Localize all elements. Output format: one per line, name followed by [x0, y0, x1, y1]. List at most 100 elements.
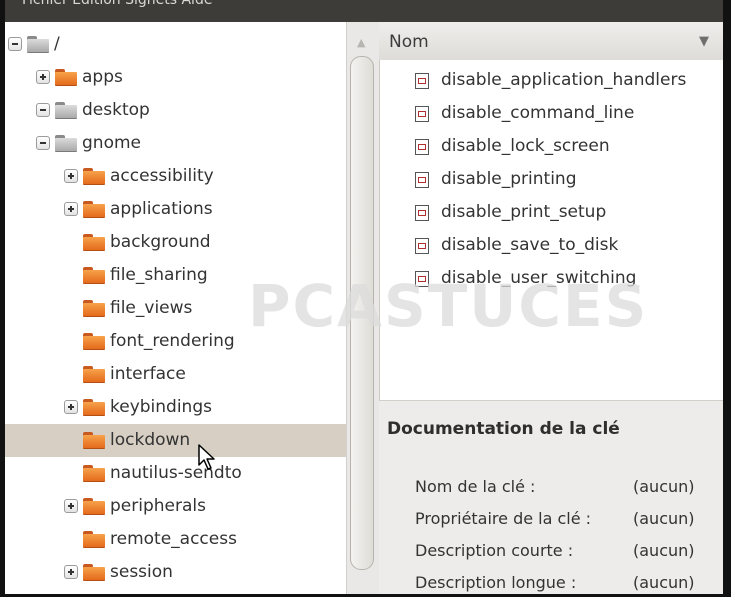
folder-icon — [55, 135, 77, 152]
tree-row-label: font_rendering — [110, 331, 235, 351]
boolean-key-icon — [415, 238, 429, 254]
key-name: disable_print_setup — [441, 202, 607, 222]
tree-row-label: remote_access — [110, 529, 237, 549]
tree-row-applications[interactable]: applications — [5, 193, 346, 226]
tree-row-label: lockdown — [110, 430, 191, 450]
tree-row-label: nautilus-sendto — [110, 463, 242, 483]
collapse-icon[interactable] — [8, 37, 22, 51]
column-title-nom: Nom — [389, 32, 429, 52]
key-list[interactable]: disable_application_handlers disable_comm… — [379, 60, 724, 400]
tree-row-label: file_views — [110, 298, 193, 318]
doc-field-value: (aucun) — [633, 541, 695, 560]
tree-row-root[interactable]: / — [5, 28, 346, 61]
folder-icon — [83, 234, 105, 251]
folder-icon — [83, 498, 105, 515]
key-name: disable_application_handlers — [441, 70, 687, 90]
window-border-right — [723, 0, 731, 597]
folder-icon — [27, 36, 49, 53]
doc-field: Nom de la clé : (aucun) — [415, 477, 695, 496]
scroll-up-arrow-icon[interactable]: ▲ — [357, 36, 365, 49]
tree-row-background[interactable]: background — [5, 226, 346, 259]
tree-row-gnome[interactable]: gnome — [5, 127, 346, 160]
doc-field: Description longue : (aucun) — [415, 573, 695, 592]
folder-icon — [83, 300, 105, 317]
tree-row-accessibility[interactable]: accessibility — [5, 160, 346, 193]
expand-icon[interactable] — [64, 169, 78, 183]
boolean-key-icon — [415, 106, 429, 122]
folder-icon — [83, 201, 105, 218]
tree-row-nautilus-sendto[interactable]: nautilus-sendto — [5, 457, 346, 490]
doc-field-key: Propriétaire de la clé : — [415, 509, 592, 528]
boolean-key-icon — [415, 73, 429, 89]
menubar-text[interactable]: Fichier Édition Signets Aide — [22, 0, 212, 8]
tree-row-label: desktop — [82, 100, 150, 120]
tree-row-apps[interactable]: apps — [5, 61, 346, 94]
doc-field-value: (aucun) — [633, 509, 695, 528]
mouse-cursor-icon — [198, 444, 215, 470]
documentation-title: Documentation de la clé — [387, 419, 620, 439]
boolean-key-icon — [415, 139, 429, 155]
tree-row-session[interactable]: session — [5, 556, 346, 589]
tree-row-interface[interactable]: interface — [5, 358, 346, 391]
key-list-item[interactable]: disable_print_setup — [380, 196, 724, 229]
key-list-item[interactable]: disable_save_to_disk — [380, 229, 724, 262]
tree-row-label: session — [110, 562, 173, 582]
tree-row-peripherals[interactable]: peripherals — [5, 490, 346, 523]
tree-row-lockdown[interactable]: lockdown — [5, 424, 346, 457]
boolean-key-icon — [415, 172, 429, 188]
expand-icon[interactable] — [64, 499, 78, 513]
folder-icon — [83, 465, 105, 482]
key-list-item[interactable]: disable_application_handlers — [380, 64, 724, 97]
doc-field: Description courte : (aucun) — [415, 541, 695, 560]
key-list-item[interactable]: disable_lock_screen — [380, 130, 724, 163]
sort-descending-icon: ▼ — [699, 34, 709, 49]
folder-icon — [83, 399, 105, 416]
expand-icon[interactable] — [64, 565, 78, 579]
key-list-item[interactable]: disable_command_line — [380, 97, 724, 130]
tree-row-label: file_sharing — [110, 265, 208, 285]
tree-row-label: gnome — [82, 133, 141, 153]
tree-row-label: keybindings — [110, 397, 212, 417]
doc-field: Propriétaire de la clé : (aucun) — [415, 509, 695, 528]
doc-field-value: (aucun) — [633, 573, 695, 592]
folder-icon — [83, 333, 105, 350]
key-name: disable_command_line — [441, 103, 635, 123]
key-name: disable_lock_screen — [441, 136, 610, 156]
tree-row-label: accessibility — [110, 166, 214, 186]
tree-row-remote-access[interactable]: remote_access — [5, 523, 346, 556]
tree-row-desktop[interactable]: desktop — [5, 94, 346, 127]
folder-icon — [83, 267, 105, 284]
collapse-icon[interactable] — [36, 103, 50, 117]
window-border-left — [0, 0, 5, 597]
tree-row-label: apps — [82, 67, 123, 87]
folder-icon — [83, 168, 105, 185]
expand-icon[interactable] — [64, 400, 78, 414]
folder-icon — [55, 102, 77, 119]
doc-field-key: Description courte : — [415, 541, 574, 560]
expand-icon[interactable] — [36, 70, 50, 84]
watermark-logo: PCASTUCES — [248, 272, 649, 340]
boolean-key-icon — [415, 205, 429, 221]
folder-icon — [83, 366, 105, 383]
key-name: disable_printing — [441, 169, 577, 189]
expand-icon[interactable] — [64, 202, 78, 216]
documentation-panel: Documentation de la clé Nom de la clé : (… — [379, 400, 723, 595]
key-name: disable_save_to_disk — [441, 235, 619, 255]
folder-icon — [55, 69, 77, 86]
folder-icon — [83, 531, 105, 548]
tree-row-label: background — [110, 232, 211, 252]
tree-row-label: interface — [110, 364, 186, 384]
tree-row-label: / — [54, 34, 60, 54]
collapse-icon[interactable] — [36, 136, 50, 150]
tree-row-keybindings[interactable]: keybindings — [5, 391, 346, 424]
doc-field-key: Description longue : — [415, 573, 577, 592]
folder-icon — [83, 432, 105, 449]
name-column-header[interactable]: Nom ▼ — [379, 22, 723, 61]
tree-row-label: peripherals — [110, 496, 206, 516]
doc-field-key: Nom de la clé : — [415, 477, 536, 496]
key-list-item[interactable]: disable_printing — [380, 163, 724, 196]
doc-field-value: (aucun) — [633, 477, 695, 496]
tree-row-label: applications — [110, 199, 213, 219]
menubar: Fichier Édition Signets Aide — [0, 0, 731, 22]
folder-icon — [83, 564, 105, 581]
